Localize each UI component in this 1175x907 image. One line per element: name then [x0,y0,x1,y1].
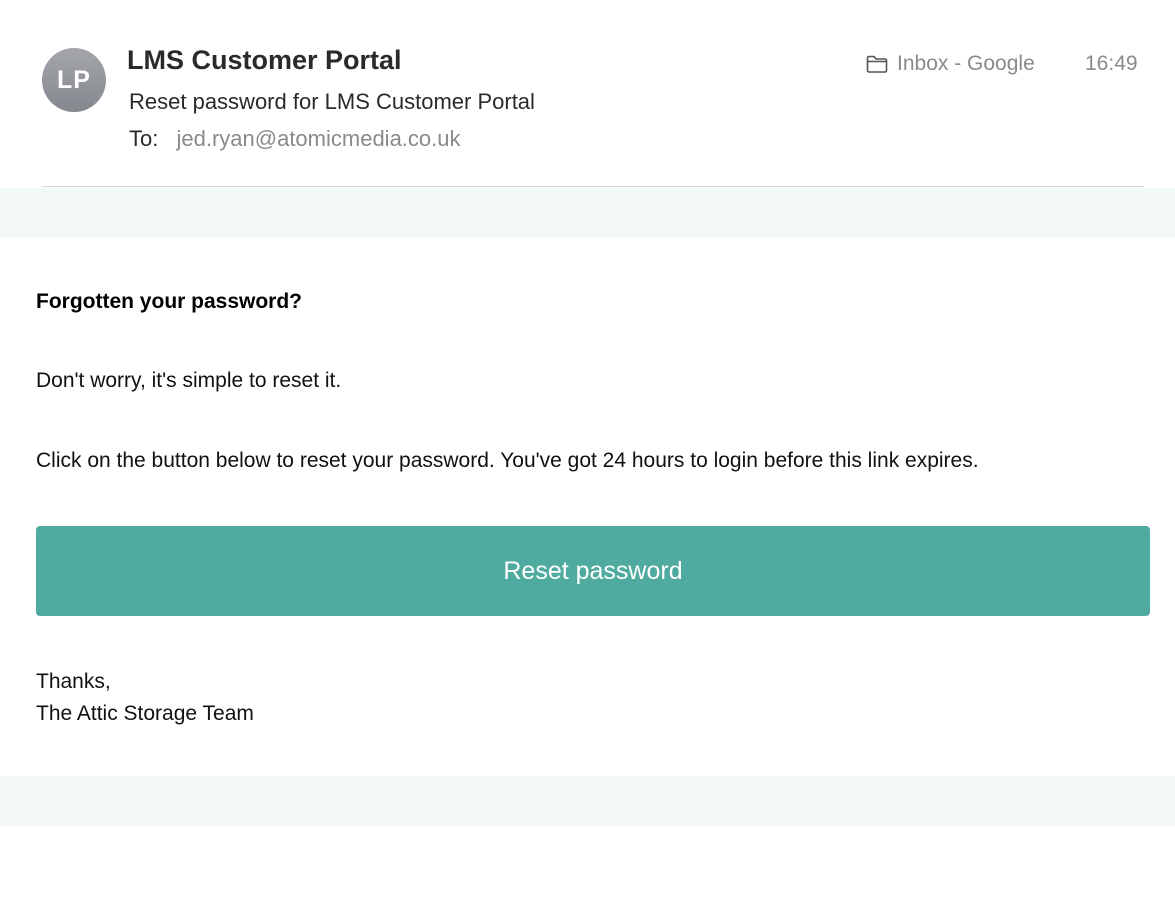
mailbox-label: Inbox - Google [897,52,1035,75]
avatar: LP [42,48,106,112]
signoff-line-1: Thanks, [36,670,111,693]
email-subject: Reset password for LMS Customer Portal [129,89,535,114]
folder-icon [866,55,888,73]
reset-password-button[interactable]: Reset password [36,526,1150,616]
bottom-space [0,826,1175,907]
recipient-address[interactable]: jed.ryan@atomicmedia.co.uk [176,126,460,151]
email-body: Forgotten your password? Don't worry, it… [0,238,1175,776]
sender-name: LMS Customer Portal [127,45,402,75]
body-paragraph-1: Don't worry, it's simple to reset it. [36,369,342,392]
to-label: To: [129,126,159,151]
email-header: LP LMS Customer Portal Reset password fo… [0,0,1175,188]
bottom-band [0,776,1175,826]
received-time: 16:49 [1085,52,1138,75]
header-divider [42,186,1144,187]
recipient-row: To: jed.ryan@atomicmedia.co.uk [129,126,461,152]
mailbox-indicator[interactable]: Inbox - Google [866,52,1035,76]
signoff-line-2: The Attic Storage Team [36,702,254,725]
reset-password-button-label: Reset password [503,556,683,585]
signoff: Thanks, The Attic Storage Team [36,666,254,730]
body-heading: Forgotten your password? [36,290,303,313]
body-paragraph-2: Click on the button below to reset your … [36,449,979,472]
avatar-initials: LP [57,65,91,94]
top-band [0,188,1175,238]
